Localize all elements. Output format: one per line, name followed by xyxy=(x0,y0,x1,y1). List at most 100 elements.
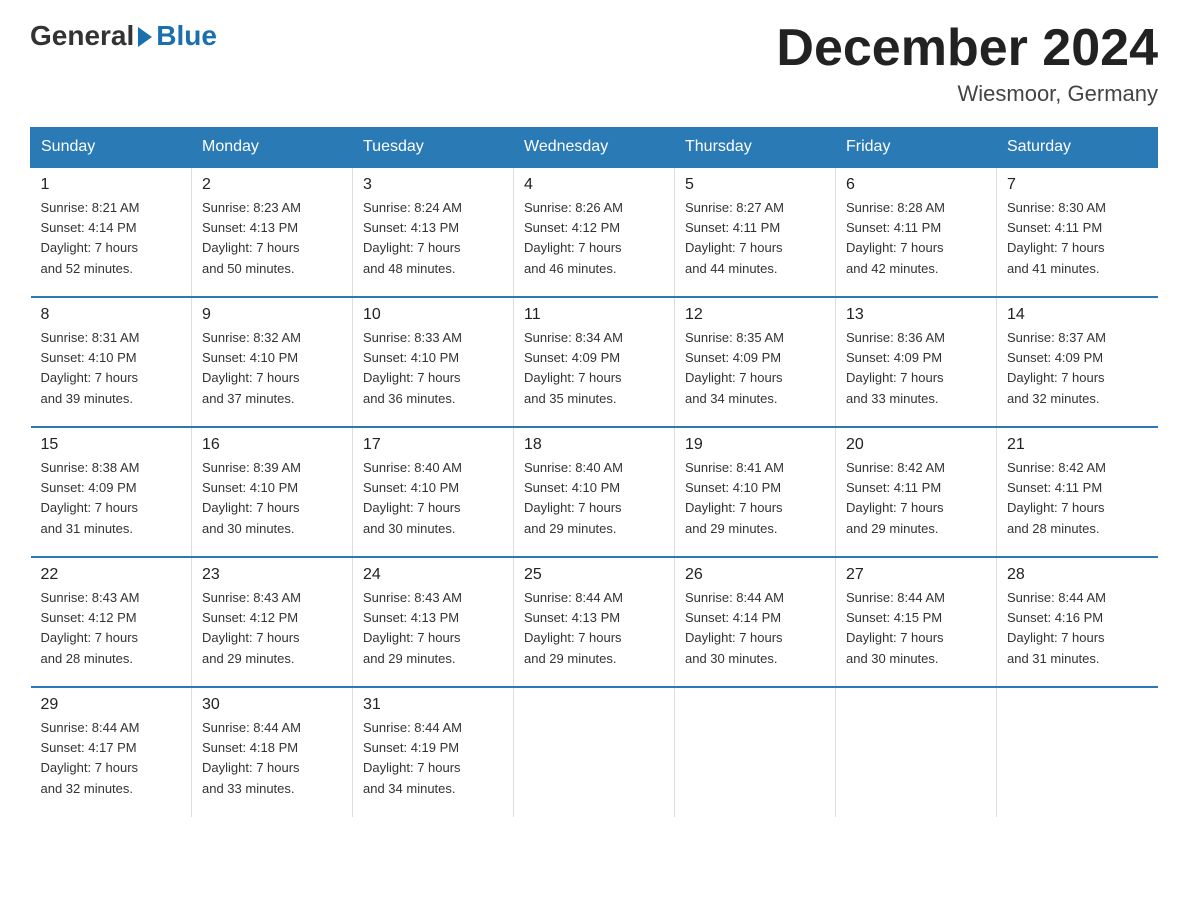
day-info-line: and 28 minutes. xyxy=(41,651,134,666)
calendar-cell: 1Sunrise: 8:21 AMSunset: 4:14 PMDaylight… xyxy=(31,167,192,297)
day-info-line: Sunrise: 8:24 AM xyxy=(363,200,462,215)
day-info-line: Sunset: 4:13 PM xyxy=(524,610,620,625)
day-info-line: Sunrise: 8:40 AM xyxy=(363,460,462,475)
day-info-line: and 42 minutes. xyxy=(846,261,939,276)
calendar-cell xyxy=(836,687,997,817)
logo: General Blue xyxy=(30,20,217,52)
calendar-week-row: 29Sunrise: 8:44 AMSunset: 4:17 PMDayligh… xyxy=(31,687,1158,817)
day-number: 11 xyxy=(524,306,664,324)
day-info: Sunrise: 8:40 AMSunset: 4:10 PMDaylight:… xyxy=(524,458,664,539)
logo-general-text: General xyxy=(30,20,134,52)
day-info-line: Sunrise: 8:21 AM xyxy=(41,200,140,215)
day-info-line: Sunset: 4:10 PM xyxy=(41,350,137,365)
day-info-line: Sunrise: 8:38 AM xyxy=(41,460,140,475)
day-info: Sunrise: 8:32 AMSunset: 4:10 PMDaylight:… xyxy=(202,328,342,409)
day-info-line: Sunset: 4:17 PM xyxy=(41,740,137,755)
calendar-cell: 23Sunrise: 8:43 AMSunset: 4:12 PMDayligh… xyxy=(192,557,353,687)
day-info-line: Sunrise: 8:39 AM xyxy=(202,460,301,475)
day-info-line: Sunset: 4:09 PM xyxy=(685,350,781,365)
calendar-cell: 18Sunrise: 8:40 AMSunset: 4:10 PMDayligh… xyxy=(514,427,675,557)
day-info-line: Sunset: 4:10 PM xyxy=(363,480,459,495)
day-info-line: and 30 minutes. xyxy=(685,651,778,666)
day-info-line: and 29 minutes. xyxy=(846,521,939,536)
day-info-line: Daylight: 7 hours xyxy=(202,500,300,515)
day-info-line: and 48 minutes. xyxy=(363,261,456,276)
day-info-line: Daylight: 7 hours xyxy=(41,760,139,775)
day-info-line: Daylight: 7 hours xyxy=(202,630,300,645)
day-number: 24 xyxy=(363,566,503,584)
day-info-line: Daylight: 7 hours xyxy=(846,630,944,645)
day-info: Sunrise: 8:44 AMSunset: 4:13 PMDaylight:… xyxy=(524,588,664,669)
day-info-line: Daylight: 7 hours xyxy=(363,500,461,515)
day-info-line: Sunset: 4:12 PM xyxy=(41,610,137,625)
day-info-line: Sunrise: 8:37 AM xyxy=(1007,330,1106,345)
day-info-line: Sunset: 4:12 PM xyxy=(524,220,620,235)
calendar-cell: 19 Sunrise: 8:41 AMSunset: 4:10 PMDayligh… xyxy=(675,427,836,557)
day-info-line: and 30 minutes. xyxy=(202,521,295,536)
day-info-line: and 44 minutes. xyxy=(685,261,778,276)
day-info-line: and 32 minutes. xyxy=(41,781,134,796)
day-info: Sunrise: 8:44 AMSunset: 4:14 PMDaylight:… xyxy=(685,588,825,669)
day-number: 5 xyxy=(685,176,825,194)
calendar-cell: 5Sunrise: 8:27 AMSunset: 4:11 PMDaylight… xyxy=(675,167,836,297)
calendar-cell: 7 Sunrise: 8:30 AMSunset: 4:11 PMDaylight… xyxy=(997,167,1158,297)
day-info: Sunrise: 8:42 AMSunset: 4:11 PMDaylight:… xyxy=(846,458,986,539)
day-info-line: Sunrise: 8:44 AM xyxy=(363,720,462,735)
day-info: Sunrise: 8:44 AMSunset: 4:15 PMDaylight:… xyxy=(846,588,986,669)
day-info-line: Daylight: 7 hours xyxy=(1007,370,1105,385)
day-number: 30 xyxy=(202,696,342,714)
day-info-line: and 31 minutes. xyxy=(1007,651,1100,666)
day-number: 2 xyxy=(202,176,342,194)
calendar-cell: 26 Sunrise: 8:44 AMSunset: 4:14 PMDayligh… xyxy=(675,557,836,687)
calendar-cell: 11Sunrise: 8:34 AMSunset: 4:09 PMDayligh… xyxy=(514,297,675,427)
day-info-line: Sunset: 4:10 PM xyxy=(202,480,298,495)
day-info-line: Sunrise: 8:42 AM xyxy=(846,460,945,475)
day-info-line: Sunset: 4:10 PM xyxy=(202,350,298,365)
calendar-cell: 14Sunrise: 8:37 AMSunset: 4:09 PMDayligh… xyxy=(997,297,1158,427)
day-info-line: and 37 minutes. xyxy=(202,391,295,406)
day-number: 17 xyxy=(363,436,503,454)
day-info-line: Sunset: 4:13 PM xyxy=(363,610,459,625)
calendar-cell xyxy=(675,687,836,817)
day-info-line: Daylight: 7 hours xyxy=(1007,240,1105,255)
day-info-line: Daylight: 7 hours xyxy=(685,240,783,255)
day-number: 20 xyxy=(846,436,986,454)
calendar-cell: 8Sunrise: 8:31 AMSunset: 4:10 PMDaylight… xyxy=(31,297,192,427)
day-info: Sunrise: 8:38 AMSunset: 4:09 PMDaylight:… xyxy=(41,458,182,539)
day-info-line: and 30 minutes. xyxy=(363,521,456,536)
day-info: Sunrise: 8:39 AM Sunset: 4:10 PM Daylight:… xyxy=(202,458,342,539)
calendar-cell: 10Sunrise: 8:33 AMSunset: 4:10 PMDayligh… xyxy=(353,297,514,427)
calendar-cell xyxy=(997,687,1158,817)
day-info: Sunrise: 8:30 AMSunset: 4:11 PMDaylight:… xyxy=(1007,198,1148,279)
day-info-line: and 29 minutes. xyxy=(524,521,617,536)
day-number: 7 xyxy=(1007,176,1148,194)
day-number: 26 xyxy=(685,566,825,584)
day-info: Sunrise: 8:44 AMSunset: 4:16 PMDaylight:… xyxy=(1007,588,1148,669)
calendar-cell: 15Sunrise: 8:38 AMSunset: 4:09 PMDayligh… xyxy=(31,427,192,557)
day-number: 19 xyxy=(685,436,825,454)
day-info: Sunrise: 8:23 AMSunset: 4:13 PMDaylight:… xyxy=(202,198,342,279)
calendar-cell: 25Sunrise: 8:44 AMSunset: 4:13 PMDayligh… xyxy=(514,557,675,687)
day-info-line: Daylight: 7 hours xyxy=(202,760,300,775)
month-title: December 2024 xyxy=(776,20,1158,77)
header-monday: Monday xyxy=(192,128,353,168)
day-info-line: Sunset: 4:15 PM xyxy=(846,610,942,625)
day-info-line: Daylight: 7 hours xyxy=(846,240,944,255)
day-info: Sunrise: 8:35 AMSunset: 4:09 PMDaylight:… xyxy=(685,328,825,409)
day-number: 8 xyxy=(41,306,182,324)
calendar-cell: 28Sunrise: 8:44 AMSunset: 4:16 PMDayligh… xyxy=(997,557,1158,687)
header-sunday: Sunday xyxy=(31,128,192,168)
day-info-line: Sunset: 4:09 PM xyxy=(1007,350,1103,365)
day-info-line: Sunset: 4:11 PM xyxy=(1007,480,1102,495)
day-info-line: Daylight: 7 hours xyxy=(685,370,783,385)
day-info-line: Sunset: 4:09 PM xyxy=(524,350,620,365)
day-number: 6 xyxy=(846,176,986,194)
day-number: 1 xyxy=(41,176,182,194)
calendar-table: SundayMondayTuesdayWednesdayThursdayFrid… xyxy=(30,127,1158,817)
day-info-line: Sunrise: 8:44 AM xyxy=(202,720,301,735)
day-info-line: Sunrise: 8:31 AM xyxy=(41,330,140,345)
day-info-line: and 41 minutes. xyxy=(1007,261,1100,276)
day-info: Sunrise: 8:41 AMSunset: 4:10 PMDaylight:… xyxy=(685,458,825,539)
calendar-cell: 30Sunrise: 8:44 AMSunset: 4:18 PMDayligh… xyxy=(192,687,353,817)
day-info-line: and 33 minutes. xyxy=(846,391,939,406)
